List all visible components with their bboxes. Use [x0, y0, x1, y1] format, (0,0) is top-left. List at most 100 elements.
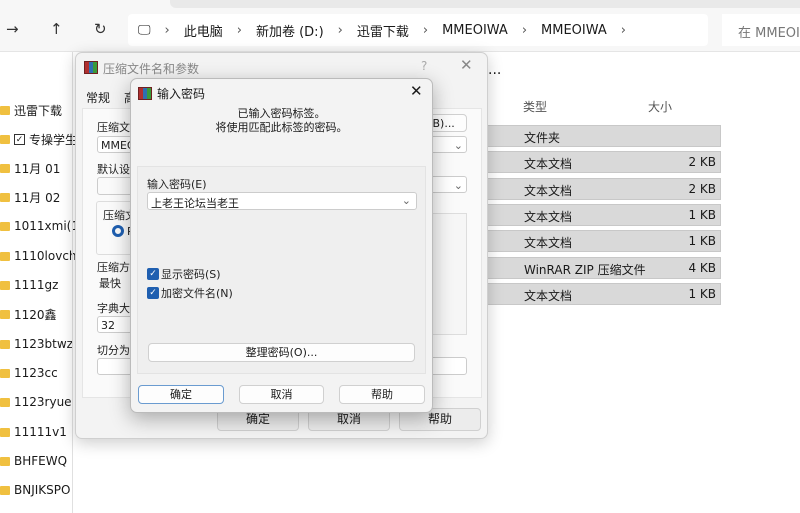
folder-icon	[0, 397, 10, 407]
tab-general[interactable]: 常规	[86, 89, 110, 106]
breadcrumb[interactable]: 🖵 › 此电脑 › 新加卷 (D:) › 迅雷下载 › MMEOIWA › MMEOIWA…	[128, 14, 708, 46]
file-row[interactable]: 文本文档 1 KB	[487, 230, 721, 253]
folder-icon	[0, 192, 10, 202]
sidebar-item-label: 1123btwz	[14, 337, 73, 351]
forward-icon[interactable]: →	[6, 20, 19, 38]
password-combobox[interactable]: 上老王论坛当老王 ⌄	[147, 192, 417, 210]
folder-icon	[0, 309, 10, 319]
file-type: 文本文档	[524, 157, 573, 172]
sidebar-item-label: 迅雷下载	[14, 103, 63, 118]
sidebar-item-label: BHFEWQ	[14, 454, 68, 468]
file-size: 1 KB	[688, 286, 716, 301]
more-button[interactable]: ...	[488, 62, 501, 78]
file-type: 文本文档	[524, 209, 573, 224]
refresh-icon[interactable]: ↻	[94, 20, 107, 38]
breadcrumb-item[interactable]: 此电脑	[184, 21, 223, 40]
password-label: 输入密码(E)	[147, 178, 207, 191]
title-strip	[170, 0, 800, 8]
sidebar-item[interactable]: 迅雷下载	[0, 100, 62, 120]
sidebar-item[interactable]: 1123btwz	[0, 334, 73, 354]
info-line: 将使用匹配此标签的密码。	[215, 121, 348, 134]
search-input[interactable]: 在 MMEOIWA	[722, 14, 800, 46]
breadcrumb-item[interactable]: MMEOIWA	[541, 23, 607, 38]
sidebar-item[interactable]: 1110lovch	[0, 246, 77, 266]
breadcrumb-item[interactable]: MMEOIWA	[442, 23, 508, 38]
folder-icon	[0, 105, 10, 115]
file-type: 文本文档	[524, 288, 573, 303]
info-line: 已输入密码标签。	[237, 107, 326, 120]
sidebar-item[interactable]: 1123ryue	[0, 392, 72, 412]
breadcrumb-item[interactable]: 新加卷 (D:)	[256, 21, 324, 40]
explorer-address-bar: → ↑ ↻ 🖵 › 此电脑 › 新加卷 (D:) › 迅雷下载 › MMEOIWA › M…	[0, 0, 800, 52]
encrypt-names-checkbox[interactable]: ✓ 加密文件名(N)	[147, 285, 233, 301]
file-size: 2 KB	[688, 181, 716, 196]
file-row[interactable]: 文本文档 1 KB	[487, 282, 721, 305]
column-type[interactable]: 类型	[523, 98, 547, 115]
checkbox-checked-icon[interactable]: ✓	[147, 268, 159, 280]
sidebar-item-label: 1120鑫	[14, 307, 57, 322]
file-type: WinRAR ZIP 压缩文件	[524, 262, 646, 277]
folder-icon	[0, 339, 10, 349]
column-size[interactable]: 大小	[648, 98, 672, 115]
folder-icon	[0, 456, 10, 466]
sidebar-item[interactable]: BNJIKSPO	[0, 480, 70, 500]
sidebar-item-label: 1123cc	[14, 366, 58, 380]
help-button[interactable]: 帮助	[339, 385, 425, 404]
sidebar-item-label: 专操学生	[29, 132, 78, 147]
file-size: 4 KB	[688, 260, 716, 275]
file-row[interactable]: WinRAR ZIP 压缩文件 4 KB	[487, 256, 721, 279]
folder-icon	[0, 427, 10, 437]
sidebar-item-label: 11月 02	[14, 190, 61, 205]
file-size: 2 KB	[688, 155, 716, 170]
folder-icon	[0, 368, 10, 378]
file-row[interactable]: 文本文档 2 KB	[487, 151, 721, 174]
show-password-checkbox[interactable]: ✓ 显示密码(S)	[147, 266, 221, 282]
file-type: 文本文档	[524, 183, 573, 198]
sidebar-item[interactable]: 11111v1	[0, 422, 67, 442]
organize-passwords-button[interactable]: 整理密码(O)...	[148, 343, 415, 362]
dialog-title: 压缩文件名和参数	[103, 62, 200, 76]
file-type: 文本文档	[524, 236, 573, 251]
sidebar-item[interactable]: 1120鑫	[0, 304, 57, 324]
file-row[interactable]: 文本文档 2 KB	[487, 177, 721, 200]
sidebar-item-label: 1123ryue	[14, 395, 72, 409]
help-icon[interactable]: ?	[421, 59, 427, 73]
close-icon[interactable]: ✕	[410, 82, 423, 100]
winrar-icon	[84, 61, 98, 74]
sidebar-item[interactable]: 11月 01	[0, 158, 60, 178]
password-value: 上老王论坛当老王	[151, 197, 239, 210]
winrar-icon	[138, 87, 152, 100]
file-size: 1 KB	[688, 234, 716, 249]
sidebar-item[interactable]: 1011xmi(1	[0, 216, 79, 236]
close-icon[interactable]: ✕	[460, 56, 473, 74]
sidebar-item[interactable]: BHFEWQ	[0, 451, 67, 471]
show-password-label: 显示密码(S)	[161, 268, 221, 281]
sidebar-item-label: BNJIKSPO	[14, 483, 71, 497]
chevron-down-icon[interactable]: ⌄	[402, 194, 411, 207]
breadcrumb-item[interactable]: 迅雷下载	[357, 21, 409, 40]
sidebar-item-label: 11月 01	[14, 161, 61, 176]
sidebar-item[interactable]: 1111gz	[0, 275, 58, 295]
method-select[interactable]: 最快	[99, 275, 121, 291]
info-text: 已输入密码标签。 将使用匹配此标签的密码。	[131, 107, 432, 135]
folder-icon	[0, 251, 10, 261]
file-row[interactable]: 文件夹	[487, 125, 721, 147]
checkbox-icon[interactable]: ✓	[14, 133, 25, 145]
cancel-button[interactable]: 取消	[239, 385, 324, 404]
folder-icon	[0, 280, 10, 290]
checkbox-checked-icon[interactable]: ✓	[147, 287, 159, 299]
up-icon[interactable]: ↑	[50, 20, 63, 38]
folder-icon	[0, 134, 10, 144]
folder-icon	[0, 485, 10, 495]
divider	[72, 52, 73, 513]
sidebar-item[interactable]: 1123cc	[0, 363, 58, 383]
computer-icon: 🖵	[138, 22, 151, 38]
format-radio[interactable]	[112, 225, 124, 237]
sidebar-item[interactable]: ✓ 专操学生	[0, 129, 77, 149]
folder-icon	[0, 163, 10, 173]
sidebar-item-label: 11111v1	[14, 425, 67, 439]
encrypt-names-label: 加密文件名(N)	[161, 287, 233, 300]
ok-button[interactable]: 确定	[138, 385, 224, 404]
file-row[interactable]: 文本文档 1 KB	[487, 203, 721, 226]
sidebar-item[interactable]: 11月 02	[0, 187, 60, 207]
